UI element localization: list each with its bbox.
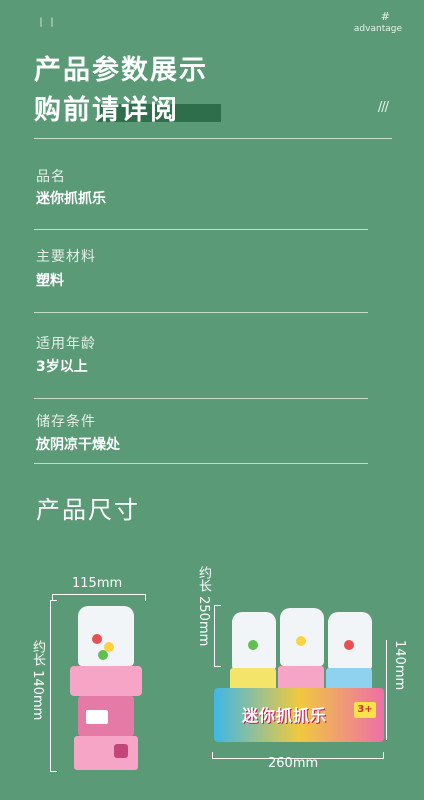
- advantage-label: advantage: [353, 24, 402, 34]
- spec-label-storage: 储存条件: [36, 414, 96, 430]
- spec-label-name: 品名: [36, 169, 66, 185]
- toy-bottom: [74, 736, 138, 770]
- toy-ball: [248, 640, 258, 650]
- single-width-bracket: [52, 594, 146, 601]
- spec-divider: [34, 312, 368, 313]
- spec-divider: [34, 398, 368, 399]
- age-badge: 3+: [354, 702, 376, 718]
- spec-divider: [34, 229, 368, 230]
- box-height-line: [386, 640, 387, 740]
- hash-mark: #: [380, 10, 390, 23]
- slash-decoration: ///: [377, 100, 389, 115]
- toy-slot: [114, 744, 128, 758]
- header-divider: [34, 138, 392, 139]
- single-height-label: 约长 140mm: [30, 640, 45, 721]
- box-height-label: 140mm: [392, 640, 407, 691]
- box-brand-text: 迷你抓抓乐: [242, 706, 328, 725]
- spec-value-storage: 放阴凉干燥处: [36, 437, 120, 453]
- toy-label: [86, 710, 108, 724]
- spec-value-material: 塑料: [36, 273, 64, 289]
- spec-label-material: 主要材料: [36, 249, 96, 265]
- page-title-line2: 购前请详阅: [34, 95, 179, 126]
- page-title-line1: 产品参数展示: [34, 55, 208, 86]
- toy-ball: [296, 636, 306, 646]
- toy-body: [70, 666, 142, 696]
- single-toy-image: [64, 606, 148, 776]
- spec-label-age: 适用年龄: [36, 336, 96, 352]
- spec-value-age: 3岁以上: [36, 359, 88, 375]
- single-width-label: 115mm: [72, 576, 123, 591]
- spec-divider: [34, 463, 368, 464]
- spec-value-name: 迷你抓抓乐: [36, 191, 106, 207]
- toy-ball: [92, 634, 102, 644]
- toy-ball: [98, 650, 108, 660]
- top-decoration: 丨丨: [36, 18, 58, 29]
- size-section-title: 产品尺寸: [36, 496, 140, 524]
- box-width-label: 260mm: [268, 756, 319, 771]
- box-length-label: 约长 250mm: [196, 566, 211, 647]
- toy-ball: [344, 640, 354, 650]
- single-height-bracket: [50, 600, 57, 772]
- display-box-image: 迷你抓抓乐 3+: [214, 606, 384, 746]
